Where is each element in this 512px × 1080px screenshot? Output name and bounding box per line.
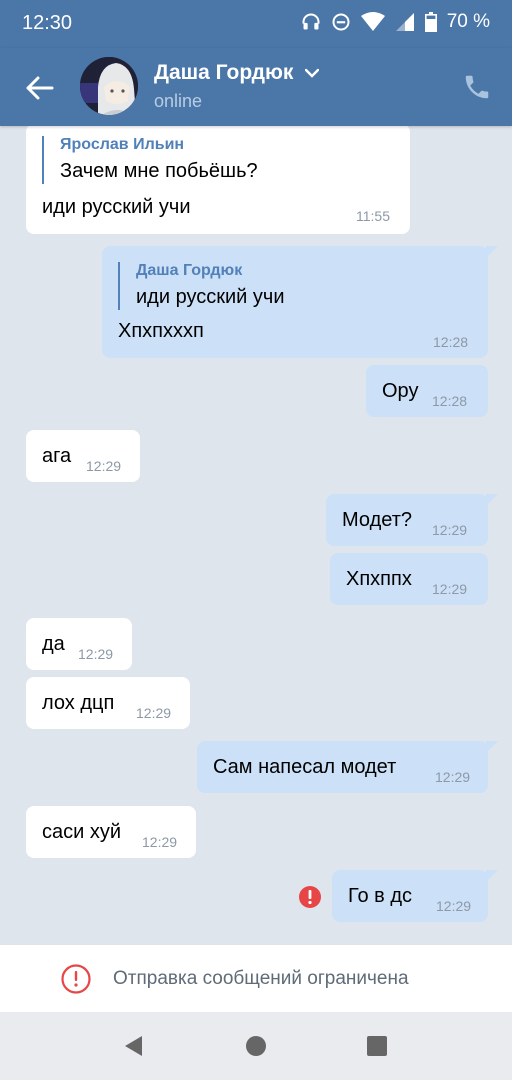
message-text: Ору: [382, 380, 419, 402]
message-text: Хпхппх: [346, 568, 412, 590]
nav-recents-icon[interactable]: [363, 1032, 391, 1060]
quote-author: Ярослав Ильин: [60, 136, 185, 153]
nav-back-icon[interactable]: [120, 1032, 148, 1060]
chevron-down-icon[interactable]: [305, 68, 320, 79]
bubble-tail: [486, 741, 498, 753]
message-text: ага: [42, 445, 72, 467]
message-time: 12:29: [432, 581, 468, 597]
message-time: 12:29: [86, 458, 122, 474]
message-outgoing[interactable]: Даша Гордюк иди русский учи Хпхпхххп 12:…: [102, 246, 498, 358]
battery-icon: [424, 12, 437, 32]
message-time: 12:29: [435, 769, 471, 785]
message-text: Модет?: [342, 509, 412, 531]
message-outgoing[interactable]: Го в дс 12:29: [332, 870, 498, 922]
message-outgoing[interactable]: Сам напесал модет 12:29: [197, 741, 498, 793]
system-nav-bar: [0, 1012, 512, 1080]
message-text: саси хуй: [42, 821, 122, 843]
contact-name[interactable]: Даша Гордюк: [154, 61, 320, 85]
message-outgoing[interactable]: Хпхппх 12:29: [330, 553, 488, 605]
message-time: 12:29: [432, 522, 468, 538]
battery-percent: 70 %: [446, 11, 490, 32]
status-icons: 70 %: [301, 11, 490, 33]
bubble-tail: [486, 246, 498, 258]
headphones-icon: [302, 13, 320, 30]
warning-icon: [61, 964, 91, 994]
message-incoming[interactable]: Ярослав Ильин Зачем мне побьёшь? иди рус…: [26, 126, 410, 234]
nav-home-icon[interactable]: [242, 1032, 270, 1060]
status-bar: 12:30 70 %: [0, 0, 512, 48]
message-time: 12:28: [432, 393, 468, 409]
message-text: Сам напесал модет: [213, 756, 397, 778]
message-outgoing[interactable]: Ору 12:28: [366, 365, 488, 417]
phone-icon[interactable]: [462, 72, 492, 102]
dnd-icon: [332, 13, 350, 31]
message-text: иди русский учи: [42, 196, 191, 218]
message-time: 12:28: [433, 334, 469, 350]
quote-author: Даша Гордюк: [136, 262, 243, 279]
contact-name-label: Даша Гордюк: [154, 61, 294, 84]
contact-status: online: [154, 91, 203, 111]
message-time: 12:29: [142, 834, 178, 850]
message-time: 11:55: [356, 208, 390, 224]
message-incoming[interactable]: саси хуй 12:29: [26, 806, 196, 858]
bubble-tail: [486, 870, 498, 882]
signal-icon: [395, 13, 414, 31]
message-incoming[interactable]: ага 12:29: [26, 430, 140, 482]
send-failed-icon[interactable]: [298, 885, 322, 909]
message-text: Хпхпхххп: [118, 320, 204, 342]
wifi-icon: [360, 12, 385, 31]
back-arrow-icon[interactable]: [20, 68, 60, 108]
message-outgoing[interactable]: Модет? 12:29: [326, 494, 498, 546]
quote-text: Зачем мне побьёшь?: [60, 160, 258, 182]
message-text: Го в дс: [348, 885, 413, 907]
status-time: 12:30: [22, 12, 73, 34]
reply-quote[interactable]: Ярослав Ильин Зачем мне побьёшь?: [42, 136, 258, 184]
bubble-tail: [486, 494, 498, 506]
message-time: 12:29: [78, 646, 114, 662]
restriction-text: Отправка сообщений ограничена: [113, 968, 409, 989]
reply-quote[interactable]: Даша Гордюк иди русский учи: [118, 262, 285, 310]
quote-text: иди русский учи: [136, 286, 285, 308]
message-text: лох дцп: [42, 692, 115, 714]
avatar[interactable]: [80, 57, 138, 115]
message-list[interactable]: Ярослав Ильин Зачем мне побьёшь? иди рус…: [0, 126, 512, 944]
message-restriction-bar: Отправка сообщений ограничена: [0, 944, 512, 1012]
message-text: да: [42, 633, 65, 655]
message-time: 12:29: [436, 898, 472, 914]
chat-header: Даша Гордюк online: [0, 48, 512, 126]
message-incoming[interactable]: лох дцп 12:29: [26, 677, 190, 729]
message-incoming[interactable]: да 12:29: [26, 618, 132, 670]
message-time: 12:29: [136, 705, 172, 721]
